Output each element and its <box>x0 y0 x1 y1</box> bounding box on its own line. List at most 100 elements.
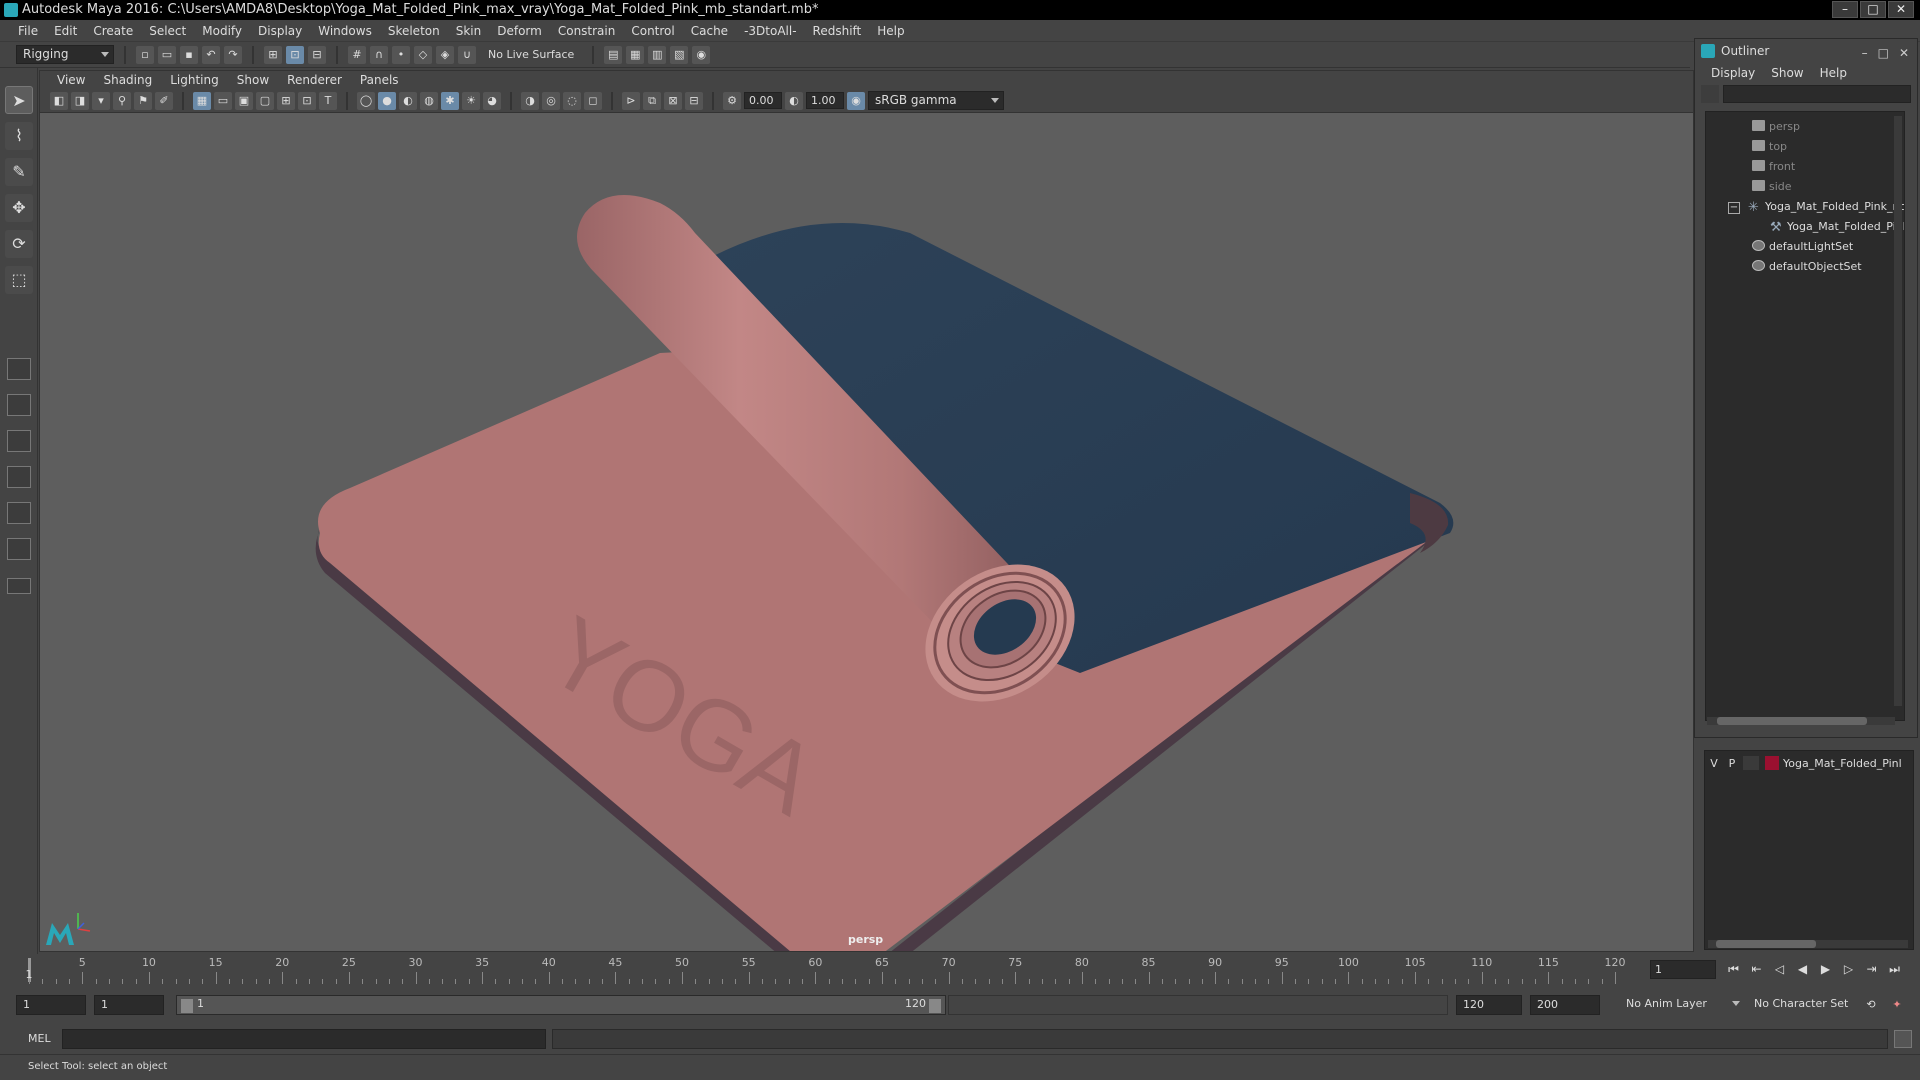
viewport-menu-view[interactable]: View <box>48 73 94 87</box>
lasso-tool-icon[interactable]: ⌇ <box>5 122 33 150</box>
menu-create[interactable]: Create <box>85 20 141 42</box>
menu-select[interactable]: Select <box>141 20 194 42</box>
layer-playback-toggle[interactable]: P <box>1723 757 1741 770</box>
go-to-start-icon[interactable]: ⏮ <box>1724 960 1743 979</box>
playback-end-field[interactable]: 120 <box>1456 995 1522 1015</box>
outliner-item-persp[interactable]: persp <box>1706 118 1904 136</box>
close-button[interactable]: ✕ <box>1888 1 1914 18</box>
ambient-occlusion-icon[interactable]: ◕ <box>483 91 501 110</box>
outliner-minimize-button[interactable]: – <box>1862 41 1868 65</box>
layer-visibility-toggle[interactable]: V <box>1705 757 1723 770</box>
minimize-button[interactable]: – <box>1832 1 1858 18</box>
snap-point-icon[interactable]: • <box>392 45 410 64</box>
xray-icon[interactable]: ⊳ <box>622 91 640 110</box>
menu-edit[interactable]: Edit <box>46 20 85 42</box>
scale-tool-icon[interactable]: ⬚ <box>5 266 33 294</box>
menu-cache[interactable]: Cache <box>683 20 736 42</box>
menu-display[interactable]: Display <box>250 20 310 42</box>
outliner-item-default-light-set[interactable]: defaultLightSet <box>1706 238 1904 256</box>
more-layouts-icon[interactable] <box>7 578 31 594</box>
exposure-icon[interactable]: ⚙ <box>723 91 741 110</box>
select-hierarchy-icon[interactable]: ⊞ <box>264 45 282 64</box>
outliner-item-default-object-set[interactable]: defaultObjectSet <box>1706 258 1904 276</box>
viewport-menu-shading[interactable]: Shading <box>94 73 161 87</box>
command-input[interactable] <box>62 1029 546 1049</box>
command-language-toggle[interactable]: MEL <box>28 1032 51 1045</box>
collapse-icon[interactable]: − <box>1728 202 1740 214</box>
resolution-gate-icon[interactable]: ▣ <box>235 91 253 110</box>
camera-select-icon[interactable]: ◧ <box>50 91 68 110</box>
outliner-persp-layout-icon[interactable] <box>7 502 31 524</box>
backface-icon[interactable]: ⊟ <box>685 91 703 110</box>
gamma-field[interactable]: 1.00 <box>806 92 844 109</box>
layer-row[interactable]: V P Yoga_Mat_Folded_Pinl <box>1705 753 1913 773</box>
viewport-menu-renderer[interactable]: Renderer <box>278 73 351 87</box>
redo-icon[interactable]: ↷ <box>224 45 242 64</box>
menu-help[interactable]: Help <box>869 20 912 42</box>
live-surface-label[interactable]: No Live Surface <box>488 48 574 61</box>
outliner-close-button[interactable]: ✕ <box>1899 41 1909 65</box>
viewport-menu-lighting[interactable]: Lighting <box>161 73 228 87</box>
outliner-item-mesh[interactable]: ⚒ Yoga_Mat_Folded_Pinl <box>1706 218 1904 236</box>
undo-icon[interactable]: ↶ <box>202 45 220 64</box>
bookmark-icon[interactable]: ▾ <box>92 91 110 110</box>
scene-render[interactable]: YOGA <box>40 113 1694 952</box>
render-view-icon[interactable]: ▧ <box>670 45 689 64</box>
time-slider[interactable]: 1 5 10 15 20 25 30 35 40 45 50 55 60 65 70 75 80 85 90 95 1… <box>20 954 1635 984</box>
viewport-menu-show[interactable]: Show <box>228 73 278 87</box>
playback-start-field[interactable]: 1 <box>94 995 164 1015</box>
grease-pencil-icon[interactable]: ✐ <box>155 91 173 110</box>
script-editor-icon[interactable] <box>1894 1030 1912 1048</box>
menu-file[interactable]: File <box>10 20 46 42</box>
layer-color-swatch[interactable] <box>1765 756 1779 770</box>
safe-action-icon[interactable]: ⊡ <box>298 91 316 110</box>
snap-view-icon[interactable]: ◇ <box>414 45 432 64</box>
animation-end-field[interactable]: 200 <box>1530 995 1600 1015</box>
default-material-icon[interactable]: ◐ <box>399 91 417 110</box>
outliner-horizontal-scrollbar[interactable] <box>1707 717 1895 725</box>
use-all-lights-icon[interactable]: ✱ <box>441 91 459 110</box>
new-scene-icon[interactable]: ▫ <box>136 45 154 64</box>
paint-select-tool-icon[interactable]: ✎ <box>5 158 33 186</box>
smooth-shade-icon[interactable]: ● <box>378 91 396 110</box>
filter-icon[interactable] <box>1701 85 1719 103</box>
menu-deform[interactable]: Deform <box>489 20 550 42</box>
range-end-handle[interactable] <box>929 999 941 1013</box>
menu-redshift[interactable]: Redshift <box>805 20 870 42</box>
outliner-vertical-scrollbar[interactable] <box>1894 116 1902 706</box>
menu-skeleton[interactable]: Skeleton <box>380 20 448 42</box>
safe-title-icon[interactable]: T <box>319 91 337 110</box>
wireframe-icon[interactable]: ◯ <box>357 91 375 110</box>
menu-skin[interactable]: Skin <box>448 20 490 42</box>
outliner-item-group[interactable]: − ✳ Yoga_Mat_Folded_Pink_nc <box>1706 198 1904 216</box>
select-object-icon[interactable]: ⊡ <box>286 45 304 64</box>
viewport-menu-panels[interactable]: Panels <box>351 73 408 87</box>
exposure-field[interactable]: 0.00 <box>744 92 782 109</box>
textured-icon[interactable]: ◍ <box>420 91 438 110</box>
outliner-search-input[interactable] <box>1723 85 1911 103</box>
snap-grid-icon[interactable]: # <box>348 45 366 64</box>
shadows-icon[interactable]: ☀ <box>462 91 480 110</box>
grid-icon[interactable]: ▦ <box>193 91 211 110</box>
depth-of-field-icon[interactable]: ◌ <box>563 91 581 110</box>
outliner-item-side[interactable]: side <box>1706 178 1904 196</box>
outliner-item-front[interactable]: front <box>1706 158 1904 176</box>
outliner-menu-show[interactable]: Show <box>1763 66 1811 80</box>
play-forwards-icon[interactable]: ▶ <box>1816 960 1835 979</box>
snap-curve-icon[interactable]: ∩ <box>370 45 388 64</box>
ipr-render-icon[interactable]: ▥ <box>648 45 667 64</box>
perspective-viewport[interactable]: View Shading Lighting Show Renderer Pane… <box>39 70 1694 952</box>
two-pane-stacked-layout-icon[interactable] <box>7 466 31 488</box>
animation-start-field[interactable]: 1 <box>16 995 86 1015</box>
film-gate-icon[interactable]: ▭ <box>214 91 232 110</box>
xray-joints-icon[interactable]: ⧉ <box>643 91 661 110</box>
range-start-handle[interactable] <box>181 999 193 1013</box>
character-set-dropdown[interactable]: No Character Set <box>1748 995 1858 1015</box>
gamma-icon[interactable]: ◐ <box>785 91 803 110</box>
auto-key-icon[interactable]: ⟲ <box>1862 996 1880 1014</box>
camera-2d-pan-icon[interactable]: ⚑ <box>134 91 152 110</box>
play-backwards-icon[interactable]: ◀ <box>1793 960 1812 979</box>
menu-modify[interactable]: Modify <box>194 20 250 42</box>
isolate-select-icon[interactable]: ◻ <box>584 91 602 110</box>
color-management-icon[interactable]: ◉ <box>847 91 865 110</box>
